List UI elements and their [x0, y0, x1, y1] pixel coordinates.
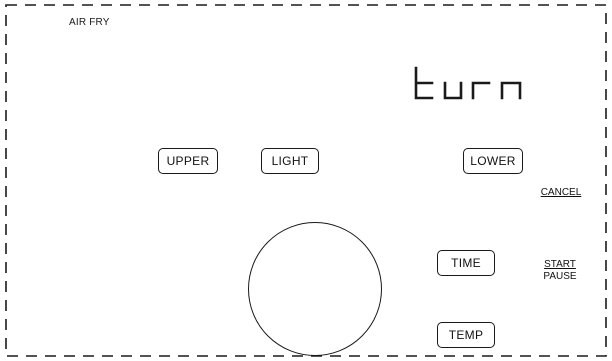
cancel-key[interactable]: CANCEL — [537, 187, 585, 199]
display-glyph-r — [471, 81, 491, 100]
display-glyph-n — [500, 81, 522, 100]
cancel-label: CANCEL — [540, 187, 582, 198]
mode-label: AIR FRY — [69, 17, 110, 28]
dial-knob-icon[interactable] — [248, 222, 382, 356]
temp-button[interactable]: TEMP — [437, 322, 495, 348]
lower-button[interactable]: LOWER — [463, 148, 523, 174]
light-button[interactable]: LIGHT — [261, 148, 319, 174]
pause-label: PAUSE — [543, 271, 577, 282]
seven-segment-display — [414, 66, 522, 100]
display-glyph-t — [414, 66, 434, 100]
display-glyph-u — [443, 81, 463, 100]
start-label: START — [544, 259, 576, 270]
upper-button[interactable]: UPPER — [158, 148, 218, 174]
start-pause-key[interactable]: START PAUSE — [536, 259, 584, 283]
time-button[interactable]: TIME — [437, 250, 495, 276]
